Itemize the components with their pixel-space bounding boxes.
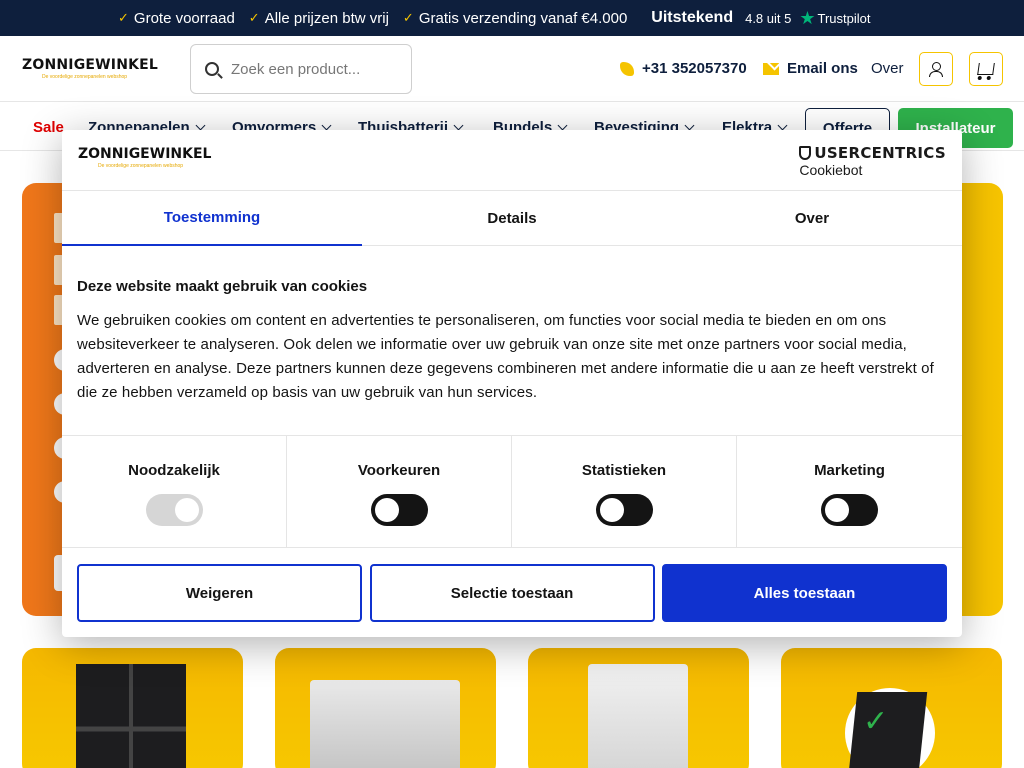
trustpilot-rating[interactable]: Uitstekend 4.8 uit 5 ★ Trustpilot xyxy=(651,8,870,29)
consent-tabs: Toestemming Details Over xyxy=(62,190,962,246)
shield-icon xyxy=(799,146,812,160)
category-marketing: Marketing xyxy=(737,436,962,548)
consent-categories: Noodzakelijk Voorkeuren Statistieken Mar… xyxy=(62,435,962,548)
category-card-zonnepanelen[interactable] xyxy=(22,648,243,768)
search-input[interactable] xyxy=(231,60,381,78)
inverter-image xyxy=(588,664,688,768)
cookiebot-wordmark: Cookiebot xyxy=(799,162,863,178)
phone-link[interactable]: +31 352057370 xyxy=(620,60,747,77)
search-icon[interactable] xyxy=(205,62,219,76)
category-noodzakelijk: Noodzakelijk xyxy=(62,436,287,548)
check-icon: ✓ xyxy=(248,10,260,25)
chevron-down-icon xyxy=(684,120,695,131)
trustpilot-label: Trustpilot xyxy=(817,10,871,26)
category-label: Voorkeuren xyxy=(357,462,441,479)
phone-number: +31 352057370 xyxy=(642,60,747,77)
usp-item: ✓ Gratis verzending vanaf €4.000 xyxy=(402,9,628,27)
chevron-down-icon xyxy=(557,120,568,131)
phone-icon xyxy=(620,61,634,76)
rating-score: 4.8 uit 5 xyxy=(745,10,792,26)
toggle-knob xyxy=(375,498,399,522)
usercentrics-wordmark: USERCENTRICS xyxy=(799,144,946,162)
category-label: Noodzakelijk xyxy=(128,462,220,479)
allow-selection-button[interactable]: Selectie toestaan xyxy=(369,564,655,622)
user-icon xyxy=(929,62,943,77)
email-label: Email ons xyxy=(787,60,858,77)
cookie-consent-dialog: ZONNIGEWINKEL De voordelige zonnepanelen… xyxy=(62,130,962,637)
deny-button[interactable]: Weigeren xyxy=(77,564,362,622)
category-statistieken: Statistieken xyxy=(512,436,737,548)
tab-details[interactable]: Details xyxy=(362,191,662,246)
account-button[interactable] xyxy=(919,52,953,86)
toggle-statistieken[interactable] xyxy=(596,494,653,526)
category-card-bundels[interactable]: ✓ xyxy=(781,648,1002,768)
toggle-knob xyxy=(175,498,199,522)
home-battery-image xyxy=(310,680,460,768)
toggle-knob xyxy=(825,498,849,522)
trustpilot-star-icon: ★ xyxy=(799,7,816,28)
nav-item-sale[interactable]: Sale xyxy=(33,119,64,136)
over-link[interactable]: Over xyxy=(871,60,904,77)
category-voorkeuren: Voorkeuren xyxy=(287,436,512,548)
consent-text: Deze website maakt gebruik van cookies W… xyxy=(77,278,947,405)
consent-actions: Weigeren Selectie toestaan Alles toestaa… xyxy=(77,564,947,622)
usp-bar: ✓ Grote voorraad ✓ Alle prijzen btw vrij ✓… xyxy=(0,0,1024,36)
dialog-site-logo: ZONNIGEWINKEL De voordelige zonnepanelen… xyxy=(78,146,211,169)
chevron-down-icon xyxy=(321,120,332,131)
usp-item: ✓ Grote voorraad xyxy=(118,9,235,27)
toggle-voorkeuren[interactable] xyxy=(371,494,428,526)
chevron-down-icon xyxy=(195,120,206,131)
email-link[interactable]: Email ons xyxy=(763,60,858,77)
check-icon: ✓ xyxy=(863,705,889,738)
logo-tagline: De voordelige zonnepanelen webshop xyxy=(42,74,128,80)
logo-tagline: De voordelige zonnepanelen webshop xyxy=(98,163,184,169)
cart-icon xyxy=(977,63,995,75)
site-logo[interactable]: ZONNIGEWINKEL De voordelige zonnepanelen… xyxy=(22,57,158,80)
usp-item: ✓ Alle prijzen btw vrij xyxy=(248,9,389,27)
consent-description: We gebruiken cookies om content en adver… xyxy=(77,312,934,401)
site-header: ZONNIGEWINKEL De voordelige zonnepanelen… xyxy=(0,36,1024,102)
category-label: Statistieken xyxy=(581,462,667,479)
mail-icon xyxy=(763,62,779,75)
allow-all-button[interactable]: Alles toestaan xyxy=(662,564,947,622)
check-icon: ✓ xyxy=(402,10,414,25)
logo-wordmark: ZONNIGEWINKEL xyxy=(78,146,212,162)
consent-heading: Deze website maakt gebruik van cookies xyxy=(77,278,368,295)
tab-over[interactable]: Over xyxy=(662,191,962,246)
cart-button[interactable] xyxy=(969,52,1003,86)
solar-panel-image xyxy=(76,664,186,768)
chevron-down-icon xyxy=(453,120,464,131)
logo-wordmark: ZONNIGEWINKEL xyxy=(22,57,159,73)
cookiebot-logo[interactable]: USERCENTRICS Cookiebot xyxy=(799,144,946,178)
chevron-down-icon xyxy=(777,120,788,131)
search-box[interactable] xyxy=(190,44,412,94)
toggle-marketing[interactable] xyxy=(821,494,878,526)
tab-toestemming[interactable]: Toestemming xyxy=(62,191,362,246)
toggle-noodzakelijk xyxy=(146,494,203,526)
rating-word: Uitstekend xyxy=(651,9,734,26)
category-label: Marketing xyxy=(814,462,885,479)
category-card-omvormers[interactable] xyxy=(528,648,749,768)
category-card-thuisbatterij[interactable] xyxy=(275,648,496,768)
check-icon: ✓ xyxy=(118,10,129,25)
toggle-knob xyxy=(600,498,624,522)
